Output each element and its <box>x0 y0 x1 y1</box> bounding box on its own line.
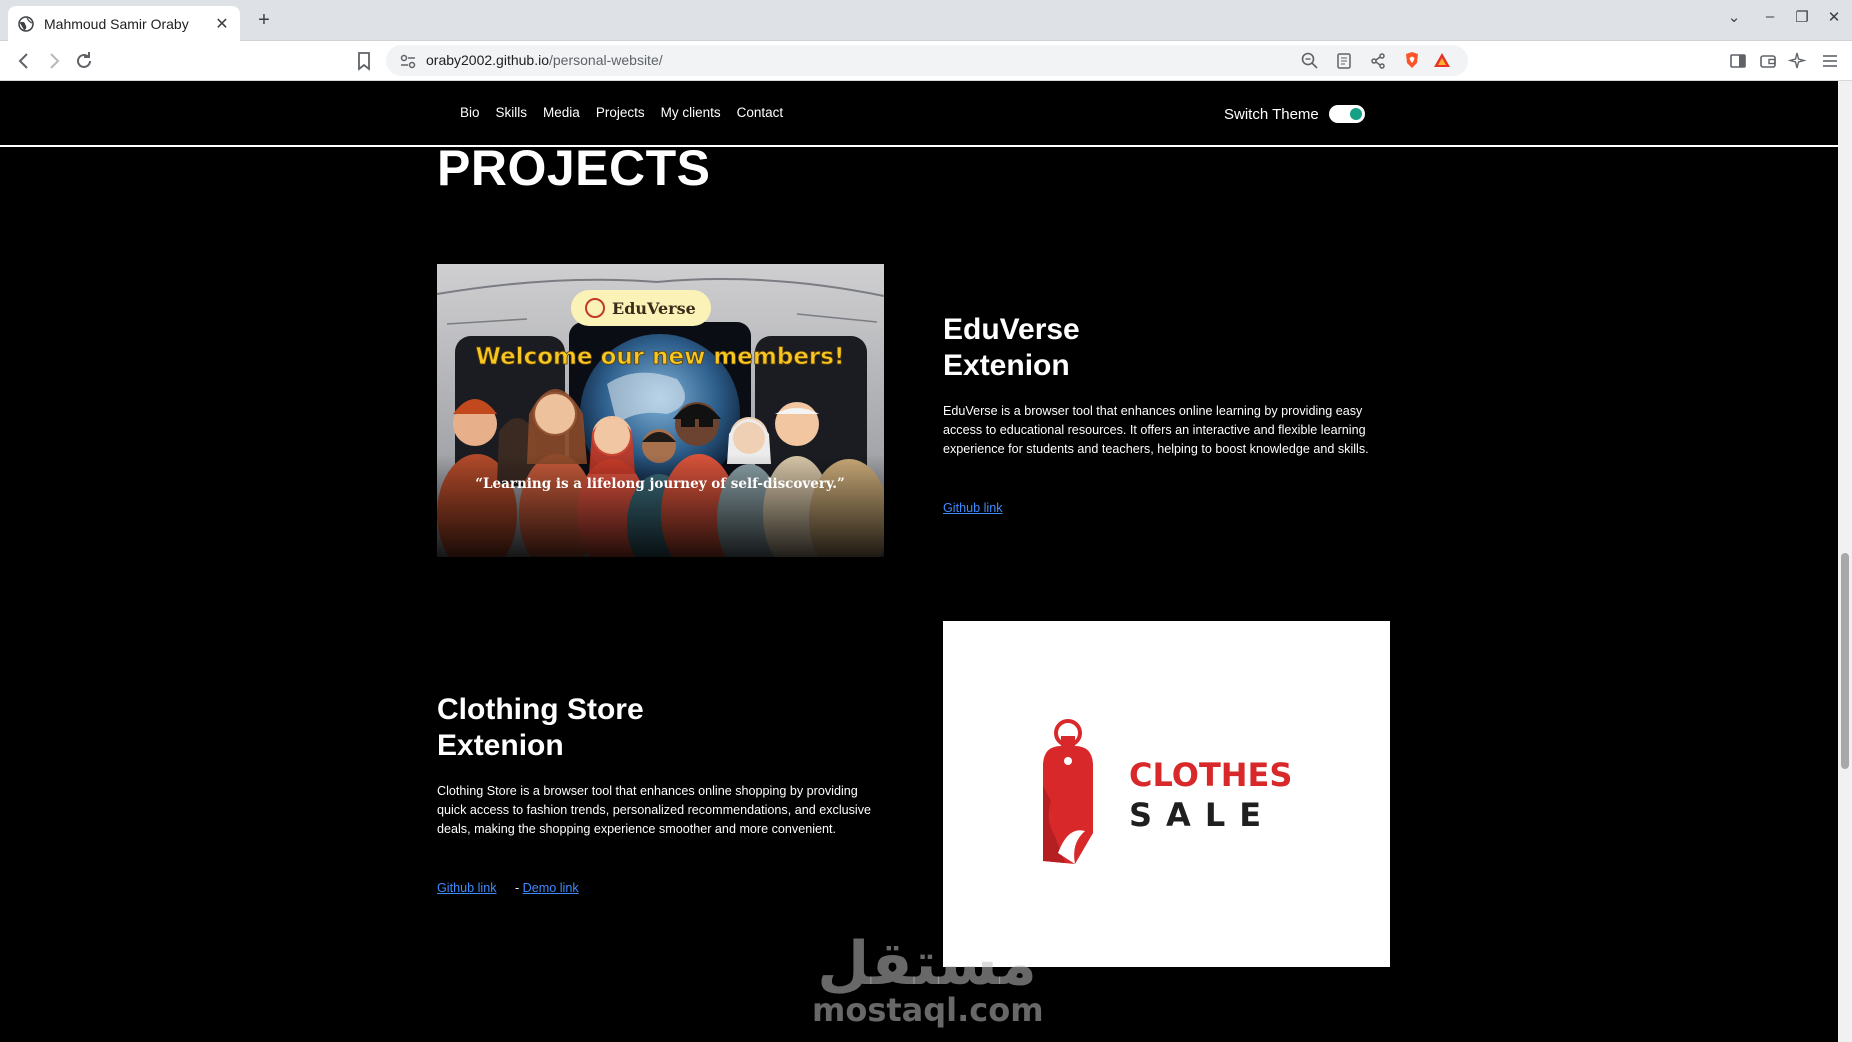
project-description-eduverse: EduVerse is a browser tool that enhances… <box>943 404 1369 456</box>
project-description-clothing-store: Clothing Store is a browser tool that en… <box>437 784 872 836</box>
nav-link-bio[interactable]: Bio <box>460 105 480 120</box>
forward-icon[interactable] <box>42 49 66 73</box>
close-tab-icon[interactable]: ✕ <box>214 14 230 34</box>
project-title-line2: Extenion <box>437 729 564 762</box>
github-link-clothing-store[interactable]: Github link <box>437 881 497 895</box>
scrollbar-thumb[interactable] <box>1841 553 1849 769</box>
browser-toolbar: oraby2002.github.io/personal-website/ <box>0 41 1852 81</box>
project-links-eduverse: Github link <box>943 499 1003 517</box>
tab-bar: Mahmoud Samir Oraby ✕ + ⌄ – ❐ ✕ <box>0 0 1852 41</box>
theme-toggle[interactable] <box>1328 105 1365 123</box>
reload-icon[interactable] <box>72 49 96 73</box>
project-links-clothing-store: Github link - Demo link <box>437 879 579 897</box>
nav-links: Bio Skills Media Projects My clients Con… <box>460 105 799 120</box>
zoom-icon[interactable] <box>1300 51 1320 71</box>
tab-title: Mahmoud Samir Oraby <box>44 15 189 32</box>
price-tag-icon <box>1043 719 1093 864</box>
project-title-line2: Extenion <box>943 349 1070 382</box>
link-separator: - <box>514 881 523 895</box>
eduverse-quote-text: “Learning is a lifelong journey of self-… <box>475 476 844 492</box>
sidebar-icon[interactable] <box>1728 51 1748 71</box>
project-title-line1: EduVerse <box>943 313 1080 346</box>
reader-mode-icon[interactable] <box>1334 51 1354 71</box>
back-icon[interactable] <box>12 49 36 73</box>
bookmark-icon[interactable] <box>352 49 376 73</box>
browser-tab[interactable]: Mahmoud Samir Oraby ✕ <box>8 6 240 41</box>
theme-switch-label: Switch Theme <box>1224 105 1319 123</box>
project-title-eduverse: EduVerse Extenion <box>943 312 1080 384</box>
watermark-latin: mostaql.com <box>812 991 1044 1029</box>
projects-heading: PROJECTS <box>437 140 711 196</box>
mostaql-watermark: مستقل mostaql.com <box>812 929 1044 1029</box>
eduverse-badge-text: EduVerse <box>612 299 696 318</box>
minimize-icon[interactable]: – <box>1758 8 1782 25</box>
sale-word: SALE <box>1129 796 1275 834</box>
github-link-eduverse[interactable]: Github link <box>943 501 1003 515</box>
share-icon[interactable] <box>1368 51 1388 71</box>
page-scrollbar[interactable] <box>1838 81 1852 1042</box>
project-title-clothing-store: Clothing Store Extenion <box>437 692 644 764</box>
nav-link-media[interactable]: Media <box>543 105 580 120</box>
page-viewport: Bio Skills Media Projects My clients Con… <box>0 81 1838 1042</box>
wallet-icon[interactable] <box>1758 51 1778 71</box>
tab-search-icon[interactable]: ⌄ <box>1722 8 1746 26</box>
clothes-sale-image: CLOTHES SALE <box>943 621 1390 967</box>
address-bar[interactable]: oraby2002.github.io/personal-website/ <box>386 45 1468 76</box>
nav-link-contact[interactable]: Contact <box>737 105 784 120</box>
demo-link-clothing-store[interactable]: Demo link <box>523 881 579 895</box>
site-navbar: Bio Skills Media Projects My clients Con… <box>0 81 1838 147</box>
globe-icon <box>18 15 34 32</box>
url-host: oraby2002.github.io <box>426 52 549 68</box>
url-path: /personal-website/ <box>549 52 663 68</box>
theme-switch: Switch Theme <box>1224 105 1365 123</box>
nav-link-my-clients[interactable]: My clients <box>661 105 721 120</box>
leo-ai-icon[interactable] <box>1788 51 1808 71</box>
brave-shield-icon[interactable] <box>1402 50 1422 70</box>
nav-link-projects[interactable]: Projects <box>596 105 645 120</box>
site-settings-icon[interactable] <box>398 51 418 71</box>
window-close-icon[interactable]: ✕ <box>1822 8 1846 26</box>
eduverse-banner-text: Welcome our new members! <box>476 344 845 370</box>
url-text: oraby2002.github.io/personal-website/ <box>426 52 663 68</box>
project-title-line1: Clothing Store <box>437 693 644 726</box>
eduverse-image: EduVerse Welcome our new members! “Learn… <box>437 264 884 557</box>
menu-icon[interactable] <box>1820 51 1840 71</box>
watermark-arabic: مستقل <box>817 929 1037 999</box>
clothes-word: CLOTHES <box>1129 756 1292 794</box>
nav-link-skills[interactable]: Skills <box>496 105 528 120</box>
toggle-knob <box>1349 108 1362 120</box>
new-tab-icon[interactable]: + <box>252 9 276 32</box>
brave-rewards-icon[interactable] <box>1432 50 1452 70</box>
restore-icon[interactable]: ❐ <box>1790 8 1814 26</box>
